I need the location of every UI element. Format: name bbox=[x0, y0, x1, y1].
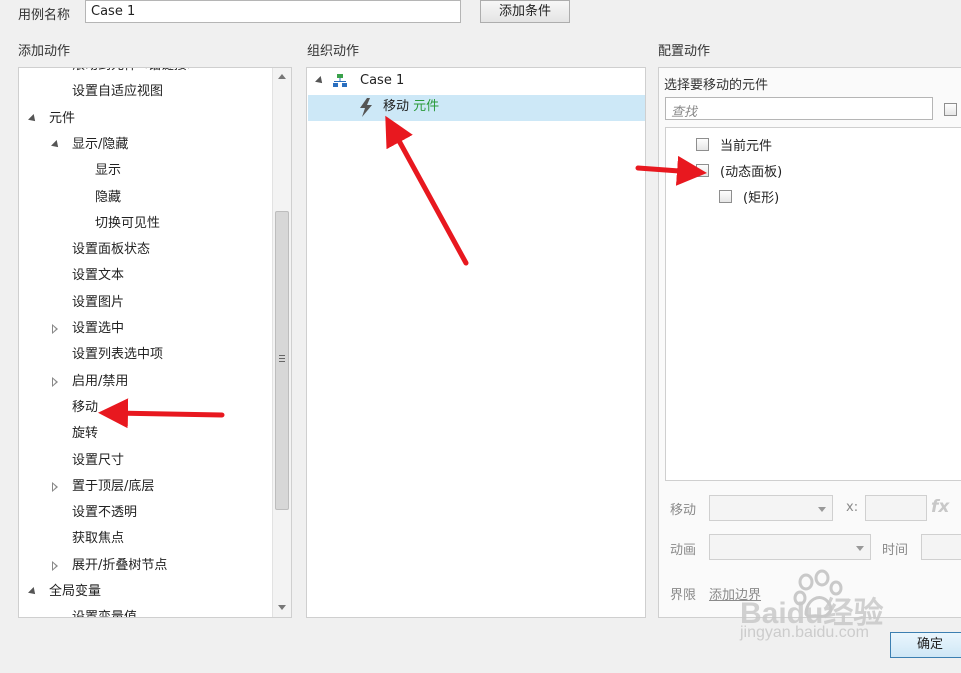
config-action-title: 配置动作 bbox=[658, 44, 711, 59]
widget-checkbox[interactable] bbox=[696, 164, 709, 177]
action-tree-item-label: 移动 bbox=[72, 399, 99, 415]
action-tree-item[interactable]: 隐藏 bbox=[19, 187, 271, 209]
action-tree-item-label: 设置选中 bbox=[72, 321, 125, 336]
scroll-down-icon[interactable] bbox=[278, 605, 286, 610]
expand-triangle-icon[interactable] bbox=[52, 376, 58, 387]
watermark-url: jingyan.baidu.com bbox=[740, 624, 869, 641]
action-tree-item[interactable]: 展开/折叠树节点 bbox=[19, 555, 271, 577]
action-row-selected[interactable]: 移动 元件 bbox=[308, 95, 645, 121]
scroll-thumb[interactable] bbox=[275, 211, 289, 510]
action-tree-item[interactable]: 设置自适应视图 bbox=[19, 81, 271, 103]
action-tree-item[interactable]: 设置选中 bbox=[19, 318, 271, 340]
widget-label[interactable]: (动态面板) bbox=[720, 161, 782, 180]
action-tree-item[interactable]: 设置列表选中项 bbox=[19, 344, 271, 366]
action-tree-item-label: 全局变量 bbox=[49, 584, 102, 599]
fx-icon[interactable]: fx bbox=[931, 497, 949, 517]
case-name-label: 用例名称 bbox=[18, 8, 71, 23]
case-icon bbox=[333, 74, 347, 87]
ok-button[interactable]: 确定 bbox=[890, 632, 961, 658]
action-tree-item[interactable]: 显示/隐藏 bbox=[19, 134, 271, 156]
action-tree-item-label: 设置变量值 bbox=[72, 607, 137, 617]
action-target: 元件 bbox=[413, 99, 440, 114]
action-tree-item-label: 隐藏 bbox=[95, 189, 122, 205]
animation-label: 动画 bbox=[670, 543, 697, 558]
action-tree-item[interactable]: 显示 bbox=[19, 160, 271, 182]
move-type-select[interactable] bbox=[709, 495, 833, 521]
action-tree-item[interactable]: 获取焦点 bbox=[19, 528, 271, 550]
boundary-label: 界限 bbox=[670, 588, 697, 603]
action-tree-item-label: 元件 bbox=[49, 110, 76, 126]
action-tree-item[interactable]: 启用/禁用 bbox=[19, 371, 271, 393]
action-tree-item[interactable]: 全局变量 bbox=[19, 581, 271, 603]
action-tree-item[interactable]: 移动 bbox=[19, 397, 271, 419]
action-tree-item-label: 设置尺寸 bbox=[72, 452, 125, 468]
widget-label[interactable]: 当前元件 bbox=[720, 135, 772, 154]
x-input[interactable] bbox=[865, 495, 927, 521]
lightning-icon bbox=[360, 98, 372, 117]
animation-select[interactable] bbox=[709, 534, 871, 560]
action-tree-item-label: 切换可见性 bbox=[95, 215, 161, 231]
action-tree-item-label: 设置文本 bbox=[72, 268, 125, 284]
action-tree-item-label: 启用/禁用 bbox=[72, 373, 129, 389]
action-tree-item-label: 设置图片 bbox=[72, 294, 125, 310]
action-tree-item-label: 设置面板状态 bbox=[72, 242, 151, 258]
action-tree-item-label: 展开/折叠树节点 bbox=[72, 557, 168, 573]
action-tree-item-label: 设置列表选中项 bbox=[72, 347, 164, 363]
action-tree-item-label: 设置自适应视图 bbox=[72, 84, 164, 100]
action-tree-item[interactable]: 设置面板状态 bbox=[19, 239, 271, 261]
time-input[interactable] bbox=[921, 534, 961, 560]
action-tree-item-label: 滚动到元件<锚链接> bbox=[72, 68, 198, 77]
collapse-triangle-icon[interactable] bbox=[28, 113, 38, 124]
add-action-tree[interactable]: 滚动到元件<锚链接>设置自适应视图元件显示/隐藏显示隐藏切换可见性设置面板状态设… bbox=[18, 67, 292, 618]
search-option-checkbox[interactable] bbox=[944, 103, 957, 116]
action-tree-item[interactable]: 设置图片 bbox=[19, 292, 271, 314]
action-tree-item[interactable]: 元件 bbox=[19, 108, 271, 130]
add-action-title: 添加动作 bbox=[18, 44, 71, 59]
action-verb: 移动 bbox=[383, 99, 410, 114]
action-tree-item[interactable]: 设置变量值 bbox=[19, 607, 271, 617]
action-tree-item-label: 设置不透明 bbox=[72, 505, 138, 521]
search-placeholder: 查找 bbox=[671, 105, 698, 120]
action-tree-item-label: 获取焦点 bbox=[72, 531, 125, 547]
organize-action-title: 组织动作 bbox=[307, 44, 360, 59]
action-tree-item-label: 显示/隐藏 bbox=[72, 136, 129, 152]
select-widget-label: 选择要移动的元件 bbox=[664, 78, 769, 93]
action-tree-item[interactable]: 设置不透明 bbox=[19, 502, 271, 524]
case-name-value: Case 1 bbox=[91, 4, 136, 19]
widget-label[interactable]: (矩形) bbox=[743, 187, 779, 206]
chevron-down-icon bbox=[856, 546, 864, 551]
action-tree-item-label: 旋转 bbox=[72, 426, 99, 442]
scroll-up-icon[interactable] bbox=[278, 74, 286, 79]
move-label: 移动 bbox=[670, 503, 697, 518]
action-tree-item[interactable]: 切换可见性 bbox=[19, 213, 271, 235]
case-name-input[interactable]: Case 1 bbox=[85, 0, 461, 23]
case-label[interactable]: Case 1 bbox=[360, 70, 404, 92]
time-label: 时间 bbox=[882, 543, 909, 558]
tree-scrollbar[interactable] bbox=[272, 68, 291, 617]
expand-triangle-icon[interactable] bbox=[52, 324, 58, 334]
widget-checkbox[interactable] bbox=[696, 138, 709, 151]
widget-list[interactable]: 当前元件 (动态面板) (矩形) bbox=[665, 127, 961, 481]
collapse-triangle-icon[interactable] bbox=[51, 139, 61, 150]
action-tree-item[interactable]: 设置文本 bbox=[19, 265, 271, 287]
action-tree-item-label: 置于顶层/底层 bbox=[72, 478, 155, 494]
expand-triangle-icon[interactable] bbox=[52, 481, 58, 492]
collapse-triangle-icon[interactable] bbox=[28, 587, 38, 597]
add-condition-button[interactable]: 添加条件 bbox=[480, 0, 570, 23]
case-expand-icon[interactable] bbox=[315, 76, 325, 86]
action-tree-item[interactable]: 设置尺寸 bbox=[19, 450, 271, 472]
expand-triangle-icon[interactable] bbox=[52, 560, 58, 571]
config-action-panel: 选择要移动的元件 查找 当前元件 (动态面板) (矩形) 移动 x: fx 动画 时… bbox=[658, 67, 961, 618]
search-input[interactable]: 查找 bbox=[665, 97, 933, 120]
x-label: x: bbox=[846, 500, 859, 515]
action-tree-item-label: 显示 bbox=[95, 163, 122, 179]
action-tree-item[interactable]: 旋转 bbox=[19, 423, 271, 445]
chevron-down-icon bbox=[818, 507, 826, 512]
action-tree-item[interactable]: 滚动到元件<锚链接> bbox=[19, 68, 271, 77]
widget-checkbox[interactable] bbox=[719, 190, 732, 203]
organize-action-tree[interactable]: Case 1 移动 元件 bbox=[306, 67, 646, 618]
action-tree-item[interactable]: 置于顶层/底层 bbox=[19, 476, 271, 498]
